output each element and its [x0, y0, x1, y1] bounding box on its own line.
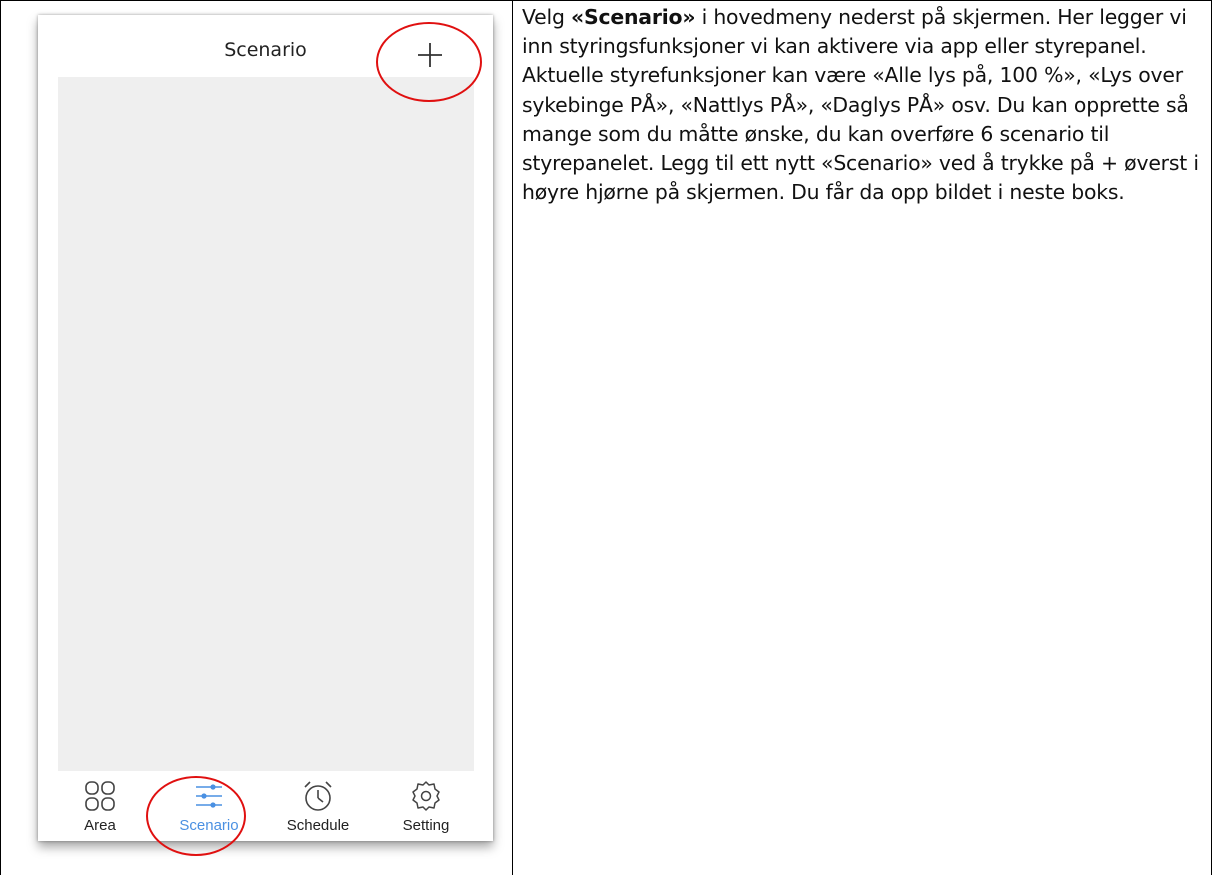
table-column-divider — [512, 0, 513, 875]
plus-icon — [418, 43, 442, 67]
tab-area[interactable]: Area — [50, 779, 150, 839]
sliders-icon — [196, 784, 222, 808]
tab-label-area: Area — [84, 817, 116, 834]
tab-label-setting: Setting — [402, 817, 450, 834]
table-border-top — [0, 0, 1212, 1]
alarm-clock-icon — [304, 781, 332, 811]
instruction-body: i hovedmeny nederst på skjermen. Her leg… — [522, 5, 1199, 205]
scenario-list-area — [58, 77, 474, 771]
tab-label-schedule: Schedule — [286, 817, 350, 834]
app-header: Scenario — [38, 15, 493, 77]
tab-setting[interactable]: Setting — [376, 779, 476, 839]
tab-scenario[interactable]: Scenario — [159, 779, 259, 839]
grid-icon — [85, 781, 115, 811]
table-border-left — [0, 0, 1, 875]
tab-schedule[interactable]: Schedule — [268, 779, 368, 839]
instruction-text: Velg «Scenario» i hovedmeny nederst på s… — [522, 3, 1206, 207]
instruction-prefix: Velg — [522, 5, 572, 29]
instruction-bold-term: «Scenario» — [571, 5, 696, 29]
tab-label-scenario: Scenario — [179, 817, 239, 834]
phone-screenshot: Scenario Area Scenario Schedule Setting — [38, 15, 493, 841]
gear-icon — [412, 781, 440, 811]
add-scenario-button[interactable] — [410, 35, 450, 75]
bottom-tab-bar: Area Scenario Schedule Setting — [38, 771, 493, 841]
